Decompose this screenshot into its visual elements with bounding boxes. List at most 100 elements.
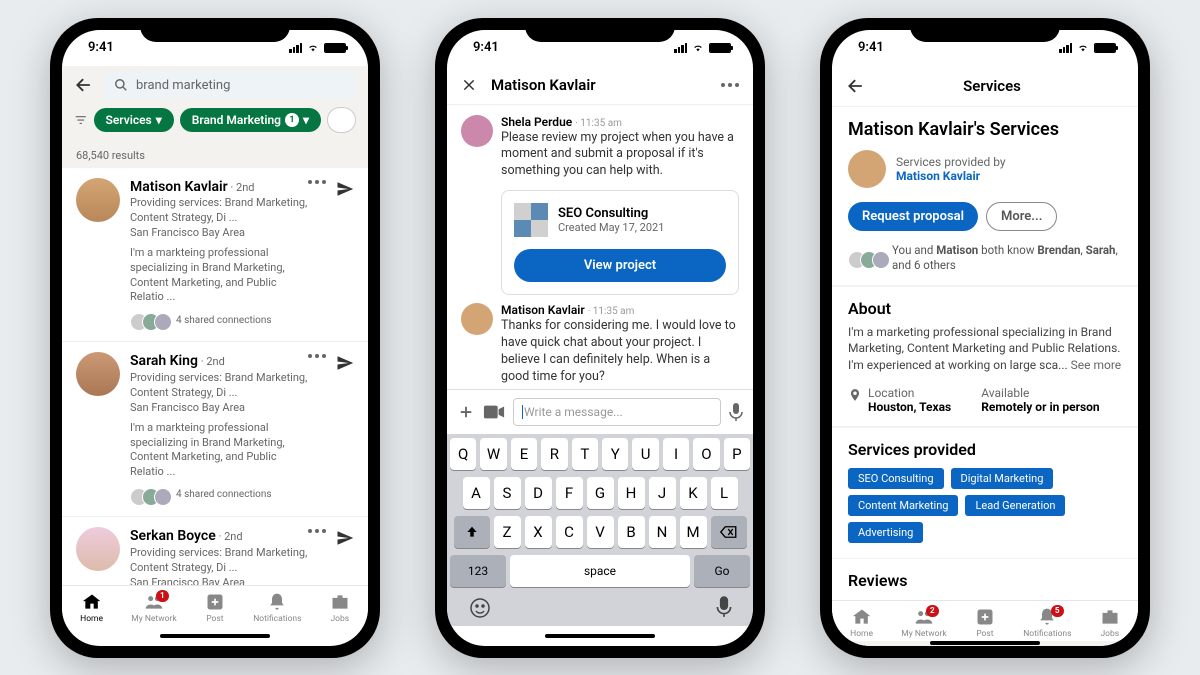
key[interactable]: X <box>525 516 552 548</box>
key[interactable]: G <box>587 477 614 509</box>
search-input[interactable]: brand marketing <box>104 72 356 99</box>
avatar[interactable] <box>76 527 120 571</box>
send-icon[interactable] <box>336 529 354 547</box>
battery-icon <box>1094 43 1116 53</box>
keyboard[interactable]: QWERTYUIOP ASDFGHJKL ZXCVBNM 123spaceGo <box>447 434 753 626</box>
battery-icon <box>709 43 731 53</box>
backspace-key[interactable] <box>711 516 747 548</box>
key[interactable]: J <box>649 477 676 509</box>
space-key[interactable]: space <box>510 555 690 587</box>
key[interactable]: F <box>556 477 583 509</box>
search-results-list[interactable]: Matison Kavlair · 2nd Providing services… <box>62 168 368 585</box>
key[interactable]: T <box>572 438 598 470</box>
nav-post[interactable]: Post <box>205 592 225 624</box>
key[interactable]: U <box>632 438 658 470</box>
numbers-key[interactable]: 123 <box>450 555 506 587</box>
service-tag[interactable]: Content Marketing <box>848 495 958 516</box>
status-icons <box>289 43 346 53</box>
briefcase-icon <box>330 592 350 612</box>
see-more-link[interactable]: See more <box>1071 358 1122 372</box>
key[interactable]: V <box>587 516 614 548</box>
close-icon[interactable] <box>461 77 477 93</box>
avatar[interactable] <box>461 115 493 147</box>
key[interactable]: O <box>693 438 719 470</box>
send-icon[interactable] <box>336 354 354 372</box>
key[interactable]: Y <box>602 438 628 470</box>
signal-icon <box>1059 43 1072 53</box>
more-horiz-icon[interactable] <box>308 529 326 533</box>
mic-icon[interactable] <box>729 402 743 422</box>
filter-brand-pill[interactable]: Brand Marketing1▾ <box>180 108 321 132</box>
service-tag[interactable]: SEO Consulting <box>848 468 944 489</box>
key[interactable]: I <box>663 438 689 470</box>
key[interactable]: A <box>463 477 490 509</box>
key[interactable]: N <box>649 516 676 548</box>
back-arrow-icon[interactable] <box>74 75 94 95</box>
video-icon[interactable] <box>483 404 505 420</box>
back-arrow-icon[interactable] <box>846 76 866 96</box>
nav-network[interactable]: 2My Network <box>901 607 946 639</box>
service-tag[interactable]: Advertising <box>848 522 923 543</box>
nav-jobs[interactable]: Jobs <box>330 592 350 624</box>
message-input[interactable]: Write a message... <box>513 398 721 426</box>
nav-notifications[interactable]: Notifications <box>253 592 301 624</box>
phone-search: 9:41 brand marketing Services▾ Brand Mar… <box>50 18 380 658</box>
request-proposal-button[interactable]: Request proposal <box>848 202 978 231</box>
send-icon[interactable] <box>336 180 354 198</box>
key[interactable]: W <box>480 438 506 470</box>
key[interactable]: P <box>724 438 750 470</box>
key[interactable]: C <box>556 516 583 548</box>
emoji-icon[interactable] <box>468 596 492 620</box>
key[interactable]: L <box>711 477 738 509</box>
chevron-down-icon: ▾ <box>156 113 162 127</box>
avatar[interactable] <box>461 303 493 335</box>
nav-network[interactable]: 1My Network <box>131 592 176 624</box>
go-key[interactable]: Go <box>694 555 750 587</box>
more-horiz-icon[interactable] <box>721 83 739 87</box>
project-card[interactable]: SEO ConsultingCreated May 17, 2021 View … <box>501 190 739 295</box>
search-result[interactable]: Matison Kavlair · 2nd Providing services… <box>62 168 368 343</box>
search-result[interactable]: Sarah King · 2nd Providing services: Bra… <box>62 342 368 517</box>
key[interactable]: R <box>541 438 567 470</box>
compose-bar: Write a message... <box>447 389 753 434</box>
key[interactable]: H <box>618 477 645 509</box>
nav-home[interactable]: Home <box>850 607 873 639</box>
filter-icon[interactable] <box>74 111 88 129</box>
key[interactable]: E <box>511 438 537 470</box>
avatar[interactable] <box>76 178 120 222</box>
search-text: brand marketing <box>136 78 230 93</box>
more-horiz-icon[interactable] <box>308 354 326 358</box>
nav-jobs[interactable]: Jobs <box>1100 607 1120 639</box>
view-project-button[interactable]: View project <box>514 249 726 282</box>
page-title: Services <box>880 77 1104 95</box>
filter-services-pill[interactable]: Services▾ <box>94 108 174 132</box>
nav-post[interactable]: Post <box>975 607 995 639</box>
key[interactable]: B <box>618 516 645 548</box>
key[interactable]: S <box>494 477 521 509</box>
search-result[interactable]: Serkan Boyce · 2nd Providing services: B… <box>62 517 368 584</box>
service-tag[interactable]: Digital Marketing <box>951 468 1054 489</box>
more-button[interactable]: More... <box>986 202 1057 231</box>
about-text: I'm a marketing professional specializin… <box>848 324 1122 374</box>
filter-more-pill[interactable] <box>327 107 356 133</box>
key[interactable]: D <box>525 477 552 509</box>
service-tag[interactable]: Lead Generation <box>965 495 1065 516</box>
nav-home[interactable]: Home <box>80 592 103 624</box>
dictation-icon[interactable] <box>716 596 732 618</box>
avatar[interactable] <box>76 352 120 396</box>
avatar[interactable] <box>848 150 886 188</box>
home-indicator[interactable] <box>62 626 368 646</box>
home-indicator[interactable] <box>832 641 1138 645</box>
nav-notifications[interactable]: 5Notifications <box>1023 607 1071 639</box>
provider-link[interactable]: Matison Kavlair <box>896 169 1006 183</box>
key[interactable]: K <box>680 477 707 509</box>
home-indicator[interactable] <box>447 626 753 646</box>
key[interactable]: Z <box>494 516 521 548</box>
more-horiz-icon[interactable] <box>308 180 326 184</box>
key[interactable]: Q <box>450 438 476 470</box>
home-icon <box>852 607 872 627</box>
plus-icon[interactable] <box>457 403 475 421</box>
shift-key[interactable] <box>454 516 490 548</box>
phone-services: 9:41 Services Matison Kavlair's Services… <box>820 18 1150 658</box>
key[interactable]: M <box>680 516 707 548</box>
